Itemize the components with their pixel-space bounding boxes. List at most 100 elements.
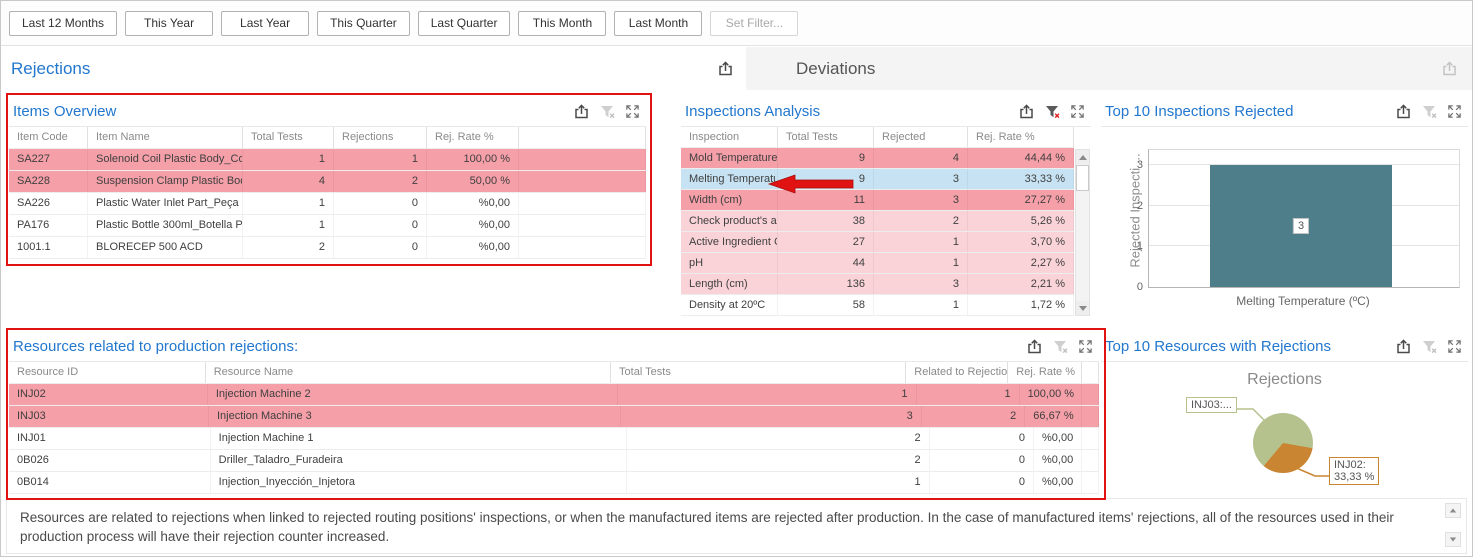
table-cell: 2 <box>627 450 930 471</box>
table-cell: 1 <box>243 149 334 170</box>
table-row[interactable]: SA226Plastic Water Inlet Part_Peça Plást… <box>9 193 646 215</box>
panel-title-inspections-analysis: Inspections Analysis <box>685 103 820 120</box>
column-header[interactable]: Rejections <box>334 127 427 148</box>
export-icon[interactable] <box>1395 103 1412 120</box>
export-icon[interactable] <box>1395 338 1412 355</box>
table-row[interactable]: 0B014Injection_Inyección_Injetora10%0,00 <box>9 472 1099 494</box>
filter-button-this-quarter[interactable]: This Quarter <box>317 11 410 36</box>
export-icon[interactable] <box>1026 338 1043 355</box>
section-tabbar: Rejections Deviations <box>1 47 1472 90</box>
filter-button-last-year[interactable]: Last Year <box>221 11 309 36</box>
export-icon[interactable] <box>1441 60 1458 77</box>
table-row[interactable]: pH4412,27 % <box>681 253 1074 274</box>
clear-filter-icon[interactable] <box>1052 338 1069 355</box>
table-row[interactable]: Mold Temperature (ºC)9444,44 % <box>681 148 1074 169</box>
table-row[interactable]: SA228Suspension Clamp Plastic Body_Cuer.… <box>9 171 646 193</box>
maximize-icon[interactable] <box>1447 104 1462 119</box>
table-row[interactable]: Width (cm)11327,27 % <box>681 190 1074 211</box>
column-header[interactable]: Item Code <box>9 127 88 148</box>
table-row[interactable]: Melting Temperature (º...9333,33 % <box>681 169 1074 190</box>
scrollbar-thumb[interactable] <box>1076 165 1089 191</box>
table-row[interactable]: INJ02Injection Machine 211100,00 % <box>9 384 1099 406</box>
table-row[interactable]: INJ03Injection Machine 33266,67 % <box>9 406 1099 428</box>
table-cell: 9 <box>778 169 874 189</box>
maximize-icon[interactable] <box>1447 339 1462 354</box>
maximize-icon[interactable] <box>1070 104 1085 119</box>
maximize-icon[interactable] <box>625 104 640 119</box>
items-overview-table: Item CodeItem NameTotal TestsRejectionsR… <box>9 127 646 259</box>
description-text: Resources are related to rejections when… <box>7 499 1466 546</box>
table-cell: 3 <box>874 190 968 210</box>
date-filter-toolbar: Last 12 Months This Year Last Year This … <box>1 1 1472 46</box>
column-header[interactable]: Related to Rejections <box>906 362 1008 383</box>
table-cell: %0,00 <box>427 193 519 214</box>
maximize-icon[interactable] <box>1078 339 1093 354</box>
scroll-up-button[interactable] <box>1076 150 1089 164</box>
table-row[interactable]: Active Ingredient Conc...2713,70 % <box>681 232 1074 253</box>
table-row[interactable]: Density at 20ºC5811,72 % <box>681 295 1074 316</box>
clear-filter-icon[interactable] <box>599 103 616 120</box>
panel-top10-resources-rejections: Top 10 Resources with Rejections Rejecti… <box>1101 331 1468 496</box>
column-header[interactable]: Rej. Rate % <box>427 127 519 148</box>
table-row[interactable]: 1001.1BLORECEP 500 ACD20%0,00 <box>9 237 646 259</box>
table-row[interactable]: Length (cm)13632,21 % <box>681 274 1074 295</box>
table-cell: 3 <box>621 406 921 427</box>
set-filter-button[interactable]: Set Filter... <box>710 11 798 36</box>
vertical-scrollbar[interactable] <box>1075 149 1090 316</box>
column-header[interactable]: Total Tests <box>778 127 874 147</box>
column-header[interactable]: Resource ID <box>9 362 206 383</box>
description-panel: Resources are related to rejections when… <box>6 498 1467 554</box>
scroll-down-button[interactable] <box>1076 301 1089 315</box>
table-cell: SA228 <box>9 171 88 192</box>
clear-filter-icon[interactable] <box>1421 103 1438 120</box>
panel-title-top10-inspections: Top 10 Inspections Rejected <box>1105 103 1293 120</box>
filter-button-last-quarter[interactable]: Last Quarter <box>418 11 511 36</box>
export-icon[interactable] <box>573 103 590 120</box>
export-icon[interactable] <box>717 60 734 77</box>
filter-button-this-month[interactable]: This Month <box>518 11 606 36</box>
panel-title-top10-resources: Top 10 Resources with Rejections <box>1105 338 1331 355</box>
column-header[interactable]: Rej. Rate % <box>1008 362 1082 383</box>
table-cell: 38 <box>778 211 874 231</box>
table-cell: 27 <box>778 232 874 252</box>
table-cell-filler <box>519 171 646 192</box>
table-cell: %0,00 <box>1034 472 1082 493</box>
table-cell-filler <box>519 193 646 214</box>
table-cell: 1 <box>917 384 1020 405</box>
table-cell: Length (cm) <box>681 274 778 294</box>
table-row[interactable]: PA176Plastic Bottle 300ml_Botella Plásti… <box>9 215 646 237</box>
tab-deviations[interactable]: Deviations <box>746 47 1472 90</box>
filter-button-this-year[interactable]: This Year <box>125 11 213 36</box>
tab-rejections[interactable]: Rejections <box>1 47 746 90</box>
tab-deviations-label: Deviations <box>796 59 875 79</box>
table-row[interactable]: Check product's appea...3825,26 % <box>681 211 1074 232</box>
bar-melting-temperature[interactable]: 3 <box>1210 165 1392 287</box>
pie-label-inj03: INJ03:... <box>1186 397 1237 413</box>
table-row[interactable]: INJ01Injection Machine 120%0,00 <box>9 428 1099 450</box>
column-header[interactable]: Resource Name <box>206 362 611 383</box>
table-cell-filler <box>1082 450 1099 471</box>
pie-chart[interactable] <box>1253 413 1313 473</box>
y-axis-tick: 2 <box>1119 200 1143 212</box>
table-cell: INJ02 <box>9 384 208 405</box>
filter-button-last-month[interactable]: Last Month <box>614 11 702 36</box>
table-cell-filler <box>519 237 646 258</box>
column-header[interactable]: Rejected <box>874 127 968 147</box>
scroll-down-button[interactable] <box>1445 532 1461 547</box>
filter-button-last-12-months[interactable]: Last 12 Months <box>9 11 117 36</box>
column-header[interactable]: Item Name <box>88 127 243 148</box>
column-header[interactable]: Inspection <box>681 127 778 147</box>
clear-filter-icon[interactable] <box>1421 338 1438 355</box>
bar-chart-plot-area: 01233 <box>1148 149 1460 288</box>
table-cell: Driller_Taladro_Furadeira <box>211 450 627 471</box>
clear-filter-icon[interactable] <box>1044 103 1061 120</box>
export-icon[interactable] <box>1018 103 1035 120</box>
column-header[interactable]: Total Tests <box>611 362 906 383</box>
panel-inspections-analysis: Inspections Analysis InspectionTotal Tes… <box>681 96 1091 319</box>
table-row[interactable]: SA227Solenoid Coil Plastic Body_Corpo Pl… <box>9 149 646 171</box>
table-cell: Injection_Inyección_Injetora <box>211 472 627 493</box>
column-header[interactable]: Rej. Rate % <box>968 127 1074 147</box>
table-row[interactable]: 0B026Driller_Taladro_Furadeira20%0,00 <box>9 450 1099 472</box>
scroll-up-button[interactable] <box>1445 503 1461 518</box>
column-header[interactable]: Total Tests <box>243 127 334 148</box>
